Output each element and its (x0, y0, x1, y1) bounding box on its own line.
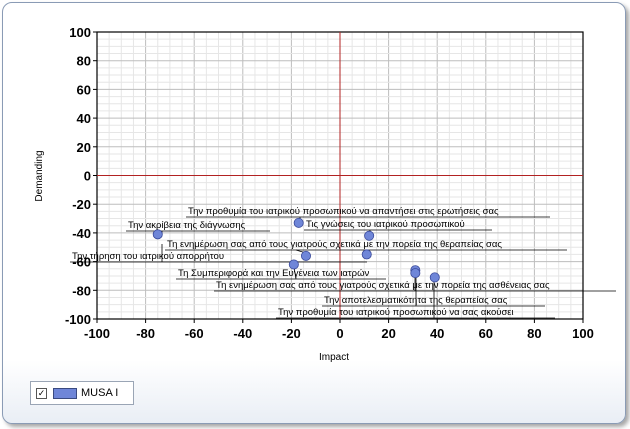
data-point (410, 268, 421, 279)
data-point-label: Την ακρίβεια της διάγνωσης (128, 220, 246, 231)
data-point-label: Την προθυμία του ιατρικού προσωπικού να … (188, 206, 499, 217)
data-point-label: Την τήρηση του ιατρικού απορρήτου (72, 251, 224, 262)
y-tick-label: -100 (65, 312, 91, 327)
legend-checkbox[interactable]: ✓ (36, 387, 47, 399)
y-tick-label: -80 (72, 283, 91, 298)
x-tick-label: -20 (282, 326, 301, 341)
data-point-label: Τη ενημέρωση σας από τους γιατρούς σχετι… (167, 239, 502, 250)
x-tick-label: 40 (430, 326, 444, 341)
y-tick-label: -20 (72, 197, 91, 212)
x-tick-label: 20 (381, 326, 395, 341)
y-tick-label: 20 (77, 140, 91, 155)
x-tick-label: -80 (136, 326, 155, 341)
x-tick-label: 80 (527, 326, 541, 341)
y-tick-label: 40 (77, 111, 91, 126)
x-axis-title: Impact (319, 352, 349, 363)
x-tick-label: 60 (479, 326, 493, 341)
data-point-label: Τις γνώσεις του ιατρικού προσωπικού (306, 219, 465, 230)
data-point-label: Τη ενημέρωση σας από τους γιατρούς σχετι… (216, 280, 550, 291)
data-point-label: Την προθυμία του ιατρικού προσωπικού να … (278, 307, 514, 318)
x-tick-label: -100 (84, 326, 110, 341)
y-tick-label: 60 (77, 82, 91, 97)
legend-swatch-musa-i (53, 387, 77, 399)
scatter-chart: -100 -80 -60 -40 -20 0 20 40 60 80 100 100 80 60 40 20 0… (34, 25, 616, 363)
x-tick-label: -60 (185, 326, 204, 341)
data-point (300, 250, 311, 261)
x-tick-label: 0 (336, 326, 343, 341)
x-tick-label: 100 (572, 326, 594, 341)
x-tick-label: -40 (233, 326, 252, 341)
y-tick-label: 80 (77, 54, 91, 69)
legend: ✓ MUSA I (30, 381, 134, 405)
data-point (361, 249, 372, 260)
data-point (152, 229, 163, 240)
data-point-label: Την αποτελεσματικότητα της θεραπείας σας (324, 295, 508, 306)
data-point (293, 217, 304, 228)
y-tick-label: 0 (84, 169, 91, 184)
y-axis-title: Demanding (34, 150, 45, 201)
data-point-label: Τη Συμπεριφορά και την Ευγένεια των ιατρ… (178, 268, 370, 279)
y-tick-label: 100 (69, 25, 91, 40)
y-tick-label: -40 (72, 226, 91, 241)
legend-label: MUSA I (81, 387, 119, 399)
